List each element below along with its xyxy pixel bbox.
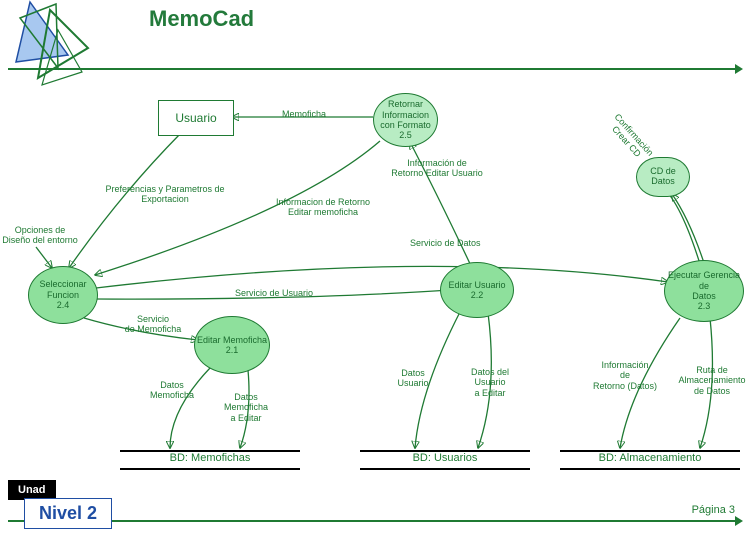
process-ejecutar-gerencia: Ejecutar GerenciadeDatos2.3 (664, 260, 744, 322)
flow-info-ret-datos: InformacióndeRetorno (Datos) (590, 360, 660, 391)
flow-datos-memo-edit: DatosMemofichaa Editar (216, 392, 276, 423)
entity-opciones: Opciones deDiseño del entorno (0, 225, 80, 246)
datastore-usuarios-bot (360, 468, 530, 470)
datastore-usuarios-label: BD: Usuarios (390, 452, 500, 464)
flow-conf-crear-cd: ConfirmaciónCrear CD (599, 105, 661, 171)
flow-datos-memo: DatosMemoficha (142, 380, 202, 401)
logo-icon (8, 0, 98, 95)
flow-ruta-alm: Ruta deAlmacenamientode Datos (672, 365, 747, 396)
unad-badge: Unad (8, 480, 56, 500)
process-seleccionar: SeleccionarFuncion2.4 (28, 266, 98, 324)
flow-serv-datos: Servicio de Datos (410, 238, 481, 248)
process-editar-usuario: Editar Usuario2.2 (440, 262, 514, 318)
divider-bottom (8, 520, 739, 522)
divider-top (8, 68, 739, 70)
flow-info-ret-memo: Informacion de RetornoEditar memoficha (258, 197, 388, 218)
page-number: Página 3 (692, 504, 735, 516)
datastore-almacenamiento-label: BD: Almacenamiento (575, 452, 725, 464)
divider-top-arrow-icon (735, 64, 743, 74)
flow-memoficha: Memoficha (282, 109, 326, 119)
flow-datos-usuario: DatosUsuario (388, 368, 438, 389)
flow-info-ret-usuario: Información deRetorno Editar Usuario (377, 158, 497, 179)
datastore-memofichas-bot (120, 468, 300, 470)
flow-datos-usuario-edit: Datos delUsuarioa Editar (460, 367, 520, 398)
process-editar-memoficha: Editar Memoficha2.1 (194, 316, 270, 374)
datastore-memofichas-label: BD: Memofichas (145, 452, 275, 464)
flow-serv-memo: Serviciode Memoficha (118, 314, 188, 335)
level-badge: Nivel 2 (24, 498, 112, 529)
process-retornar: RetornarInformacioncon Formato2.5 (373, 93, 438, 147)
flow-pref-param: Preferencias y Parametros deExportacion (85, 184, 245, 205)
divider-bottom-arrow-icon (735, 516, 743, 526)
datastore-almacenamiento-bot (560, 468, 740, 470)
app-title: MemoCad (149, 6, 254, 32)
flow-serv-usuario: Servicio de Usuario (235, 288, 313, 298)
entity-usuario: Usuario (158, 100, 234, 136)
